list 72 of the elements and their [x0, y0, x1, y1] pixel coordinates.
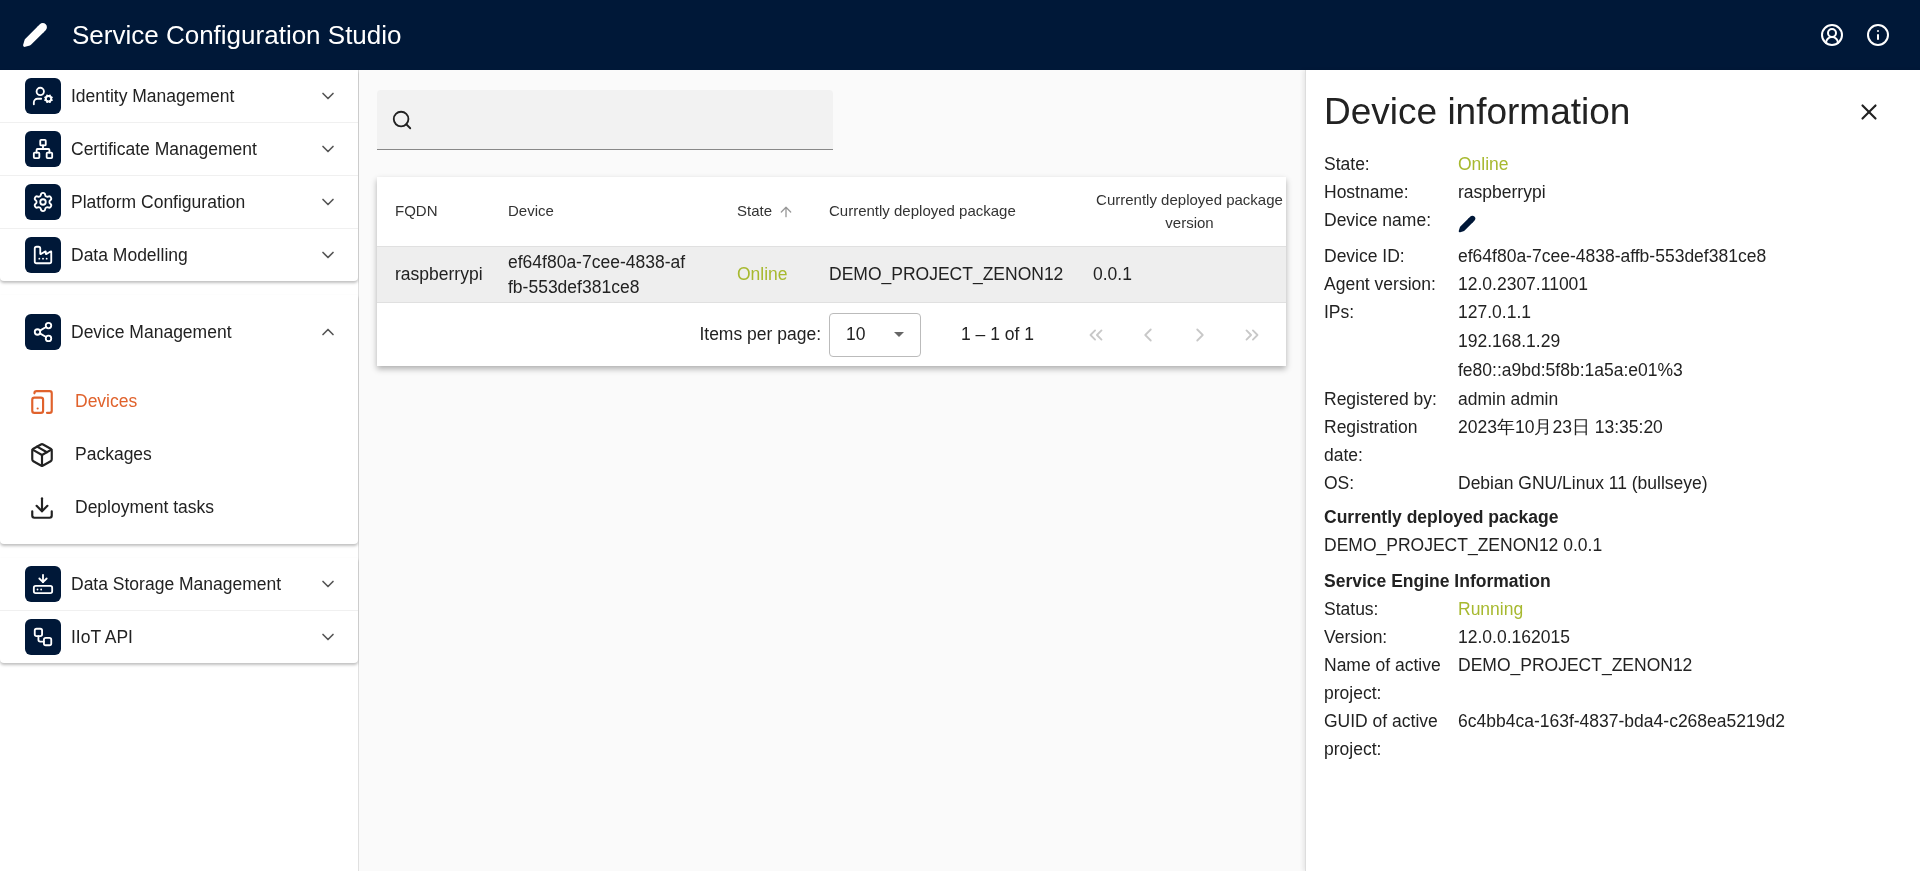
table-cell-text: 0.0.1	[1093, 263, 1133, 286]
column-header[interactable]: Device	[508, 200, 737, 223]
table-row[interactable]: raspberrypi ef64f80a-7cee-4838-affb-553def381ce8 Online DEMO_PROJECT_ZENON12 0.0.1	[377, 247, 1286, 303]
field-value: 6c4bb4ca-163f-4837-bda4-c268ea5219d2	[1458, 710, 1785, 733]
column-header[interactable]: Currently deployed package	[829, 200, 1093, 223]
account-button[interactable]	[1820, 23, 1844, 47]
panel-title: Device information	[1324, 90, 1631, 134]
factory-icon	[25, 237, 61, 273]
field-value: DEMO_PROJECT_ZENON12	[1458, 654, 1693, 678]
field-label: State:	[1324, 153, 1371, 176]
field-value: 12.0.0.162015	[1458, 626, 1570, 649]
info-button[interactable]	[1866, 23, 1890, 47]
section-heading: Service Engine Information	[1324, 570, 1552, 593]
tablet-icon	[29, 388, 55, 415]
field-label: Version:	[1324, 626, 1389, 649]
nav-item[interactable]: Packages	[0, 428, 358, 481]
ip-address: 127.0.1.1	[1458, 301, 1532, 324]
field-label: Device ID:	[1324, 245, 1406, 268]
table-cell-text: Online	[737, 263, 789, 287]
field-value: 2023年10月23日 13:35:20	[1458, 416, 1663, 439]
dropdown-caret-icon	[894, 332, 904, 337]
table-cell-text: DEMO_PROJECT_ZENON12	[829, 263, 1065, 287]
column-header[interactable]: FQDN	[377, 200, 508, 223]
items-per-page-label: Items per page:	[699, 323, 821, 347]
field-label: Status:	[1324, 598, 1380, 621]
field-label: Agent version:	[1324, 273, 1437, 296]
nav-item[interactable]: Deployment tasks	[0, 481, 358, 534]
user-key-icon	[25, 78, 61, 114]
column-header[interactable]: State	[737, 200, 829, 223]
nav-item[interactable]: Devices	[0, 375, 358, 428]
status-value: Running	[1458, 598, 1524, 621]
field-label: Registered by:	[1324, 388, 1438, 411]
field-label: GUID of active project:	[1324, 710, 1439, 761]
search-field[interactable]	[377, 90, 833, 150]
network-icon	[25, 131, 61, 167]
field-label: Device name:	[1324, 209, 1432, 232]
nodes-icon	[25, 314, 61, 350]
field-value: Debian GNU/Linux 11 (bullseye)	[1458, 472, 1708, 495]
table-cell-text: ef64f80a-7cee-4838-affb-553def381ce8	[508, 250, 687, 299]
box-icon	[29, 441, 55, 468]
status-value: Online	[1458, 153, 1509, 176]
nav-group-header[interactable]: Certificate Management	[0, 123, 358, 175]
section-heading: Currently deployed package	[1324, 506, 1560, 529]
app-title: Service Configuration Studio	[72, 18, 402, 52]
pencil-icon	[22, 22, 48, 48]
search-icon	[391, 108, 413, 131]
field-label: Hostname:	[1324, 181, 1410, 204]
field-value: raspberrypi	[1458, 181, 1546, 204]
nav-group-header[interactable]: IIoT API	[0, 611, 358, 663]
nav-group-header[interactable]: Platform Configuration	[0, 176, 358, 228]
page-size-select[interactable]: 10	[829, 312, 921, 357]
field-value: 12.0.2307.11001	[1458, 273, 1589, 296]
field-value: ef64f80a-7cee-4838-affb-553def381ce8	[1458, 245, 1767, 268]
gear-icon	[25, 184, 61, 220]
field-value: admin admin	[1458, 388, 1559, 411]
package-text: DEMO_PROJECT_ZENON12 0.0.1	[1324, 534, 1604, 558]
nav-group-header[interactable]: Identity Management	[0, 70, 358, 122]
field-label: Name of active project:	[1324, 654, 1442, 705]
download-tray-icon	[25, 566, 61, 602]
nav-group-header[interactable]: Data Modelling	[0, 229, 358, 281]
pencil-icon	[1458, 215, 1476, 233]
nav-group-header[interactable]: Device Management	[0, 295, 358, 369]
page-range: 1 – 1 of 1	[961, 323, 1034, 347]
nav-group-header[interactable]: Data Storage Management	[0, 558, 358, 610]
field-label: OS:	[1324, 472, 1356, 495]
download-icon	[29, 494, 55, 521]
field-label: Registration date:	[1324, 416, 1419, 467]
field-label: IPs:	[1324, 301, 1356, 324]
table-cell-text: raspberrypi	[394, 263, 484, 286]
column-header[interactable]: Currently deployed package version	[1093, 189, 1286, 234]
ip-address: 192.168.1.29	[1458, 330, 1562, 353]
ip-address: fe80::a9bd:5f8b:1a5a:e01%3	[1458, 359, 1683, 382]
